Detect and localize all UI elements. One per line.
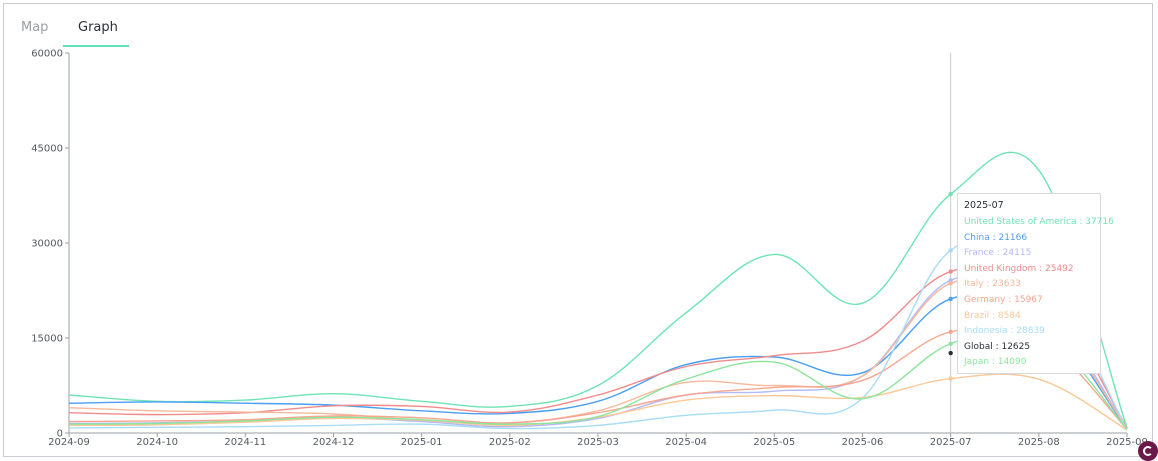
- x-tick-label: 2025-03: [577, 437, 619, 448]
- tooltip-row: United Kingdom : 25492: [964, 263, 1074, 274]
- point-china: [948, 296, 953, 302]
- point-italy: [948, 281, 953, 286]
- point-united-kingdom: [948, 269, 953, 274]
- tooltip-row: Germany : 15967: [964, 294, 1043, 305]
- tooltip-row: France : 24115: [964, 248, 1032, 259]
- x-tick-label: 2025-02: [489, 437, 531, 448]
- y-tick-label: 15000: [31, 334, 63, 345]
- x-tick-label: 2024-10: [136, 437, 178, 448]
- x-tick-label: 2025-04: [665, 437, 707, 448]
- y-tick-label: 30000: [31, 239, 63, 250]
- point-united-states-of-america: [948, 191, 953, 197]
- chart-tooltip: 2025-07 United States of America : 37716…: [957, 193, 1114, 374]
- point-global: [948, 350, 953, 356]
- x-tick-label: 2024-11: [224, 437, 266, 448]
- y-tick-label: 45000: [31, 144, 63, 155]
- point-germany: [948, 329, 953, 335]
- brand-logo-icon[interactable]: [1138, 441, 1158, 461]
- point-japan: [948, 341, 953, 346]
- tooltip-row: United States of America : 37716: [964, 217, 1114, 227]
- x-tick-label: 2024-12: [313, 437, 355, 448]
- tooltip-title: 2025-07: [964, 200, 1004, 211]
- x-tick-label: 2025-07: [930, 437, 972, 448]
- x-tick-label: 2025-06: [842, 437, 884, 448]
- tooltip-row: China : 21166: [964, 232, 1028, 243]
- x-tick-label: 2024-09: [48, 437, 90, 448]
- tooltip-row: Indonesia : 28839: [964, 326, 1045, 337]
- point-indonesia: [948, 248, 953, 253]
- y-tick-label: 60000: [31, 49, 63, 60]
- point-brazil: [948, 376, 953, 381]
- tooltip-row: Global : 12625: [964, 341, 1031, 352]
- x-tick-label: 2025-05: [753, 437, 795, 448]
- x-tick-label: 2025-08: [1018, 437, 1060, 448]
- tooltip-row: Italy : 23633: [964, 279, 1021, 290]
- tooltip-row: Brazil : 8584: [964, 310, 1021, 321]
- x-tick-label: 2025-01: [401, 437, 443, 448]
- tooltip-row: Japan : 14090: [964, 357, 1027, 368]
- tooltip-rows: United States of America : 37716 China : …: [964, 215, 1114, 371]
